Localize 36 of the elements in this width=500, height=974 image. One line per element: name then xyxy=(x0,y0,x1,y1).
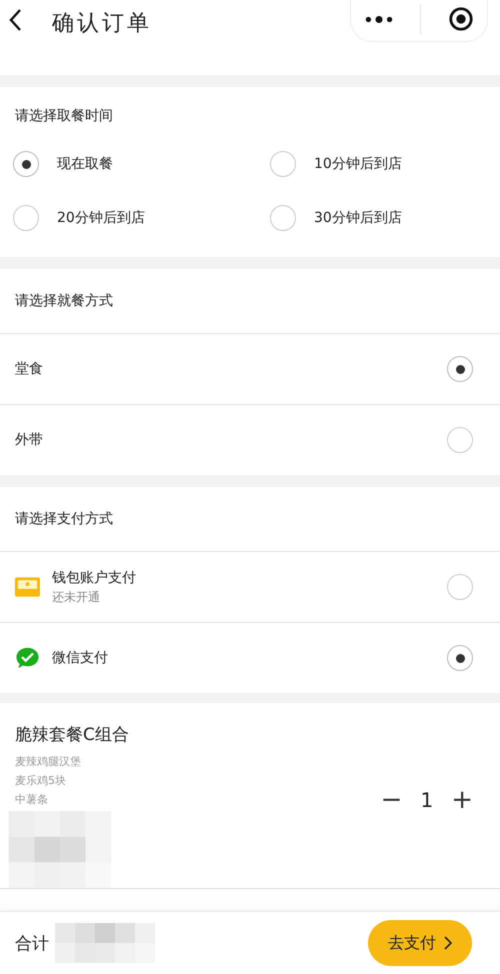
radio-button[interactable] xyxy=(270,205,296,231)
chat-check-icon xyxy=(15,647,40,669)
increase-button[interactable]: + xyxy=(451,785,473,815)
page-title: 确认订单 xyxy=(52,10,152,38)
close-target-icon[interactable] xyxy=(448,6,474,32)
section-heading: 请选择取餐时间 xyxy=(14,107,114,126)
option-label: 现在取餐 xyxy=(57,155,113,173)
option-label: 10分钟后到店 xyxy=(314,155,402,173)
section-heading: 请选择就餐方式 xyxy=(0,269,500,334)
product-name: 脆辣套餐C组合 xyxy=(15,724,130,746)
radio-button[interactable] xyxy=(447,574,473,600)
option-label: 堂食 xyxy=(15,360,43,378)
option-label: 微信支付 xyxy=(52,649,108,667)
radio-button[interactable] xyxy=(13,205,39,231)
product-item: 麦乐鸡5块 xyxy=(15,773,67,788)
wallet-icon xyxy=(15,576,40,598)
section-heading: 请选择支付方式 xyxy=(0,487,500,552)
quantity-value: 1 xyxy=(420,788,434,812)
product-item: 中薯条 xyxy=(15,792,49,807)
option-label: 20分钟后到店 xyxy=(57,209,145,227)
product-item: 麦辣鸡腿汉堡 xyxy=(15,754,82,769)
option-label: 外带 xyxy=(15,431,43,449)
radio-button[interactable] xyxy=(447,356,473,382)
total-label: 合计 xyxy=(15,932,49,954)
radio-button[interactable] xyxy=(13,151,39,177)
back-icon[interactable] xyxy=(8,8,22,32)
decrease-button[interactable]: − xyxy=(380,785,402,815)
option-note: 还未开通 xyxy=(52,588,101,606)
chevron-icon xyxy=(444,936,452,950)
more-icon[interactable] xyxy=(364,14,394,24)
option-label: 30分钟后到店 xyxy=(314,209,402,227)
option-label: 钱包账户支付 xyxy=(52,568,136,586)
radio-button[interactable] xyxy=(270,151,296,177)
radio-button[interactable] xyxy=(447,645,473,671)
radio-button[interactable] xyxy=(447,427,473,453)
pay-button[interactable]: 去支付 xyxy=(368,920,472,966)
